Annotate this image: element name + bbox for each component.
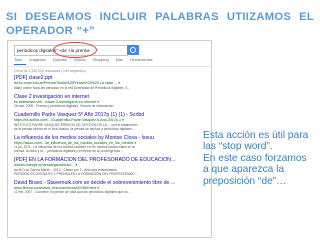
highlight-circle <box>53 42 97 58</box>
tab-all[interactable]: Todo <box>14 58 22 62</box>
explanation-line: las “stop word”. <box>203 141 273 153</box>
tab-news[interactable]: Noticias <box>53 58 67 62</box>
results-stats: Cerca de 1.130.000 resultados (0,50 segu… <box>14 69 86 73</box>
explanation-text: Esta acción es útil para las “stop word”… <box>203 130 315 187</box>
explanation-line: preposición “de”… <box>203 175 287 187</box>
divider <box>8 66 211 67</box>
result-snippet: 26 mar. 2009 - Prensa y periódicos digit… <box>14 104 117 108</box>
result-snippet: de la prensa escrita en el ciclo básico,… <box>14 126 136 131</box>
explanation-line: a que aparezca la <box>203 164 284 176</box>
active-tab-underline <box>14 64 26 65</box>
search-tabs: Todo Imágenes Noticias Vídeos Shopping M… <box>14 58 204 64</box>
tab-shopping[interactable]: Shopping <box>93 58 109 62</box>
search-button[interactable] <box>127 45 139 55</box>
results-list: [PDF] clase2.ppt tecno.cnnb.edu.ar/Prens… <box>14 75 206 198</box>
search-results-screenshot: periodicos digitales” +de +la prensa Tod… <box>7 40 212 238</box>
result-snippet: 11 feb. 2007 - Conviene no perder de vis… <box>14 190 132 194</box>
explanation-line: En este caso forzamos <box>203 152 307 164</box>
tab-videos[interactable]: Vídeos <box>74 58 86 62</box>
slide-title: SI DESEAMOS INCLUIR PALABRAS UTIIZAMOS E… <box>6 11 314 37</box>
result-snippet: diario online Nota del periódico en la r… <box>14 85 131 90</box>
tab-more[interactable]: Más <box>116 58 123 62</box>
search-result: Cuadernillo Padre Vasquez 5º Año 2017p (… <box>14 112 206 131</box>
explanation-line: Esta acción es útil para <box>203 130 309 141</box>
result-snippet: prensa, la radio y la ... periódicos dig… <box>14 149 124 153</box>
search-result: David Bravo - Stavemuik.com se decide el… <box>14 180 206 195</box>
search-result: La influencia de los medios sociales by … <box>14 135 206 154</box>
tab-tools[interactable]: Herramientas <box>130 58 153 62</box>
result-snippet: PERIÓDICOS DIGITALES Y PRENSA EN LA FORM… <box>14 171 139 176</box>
search-result: Clase 2 investigación en internet es.sli… <box>14 94 206 109</box>
search-result: [PDF] EN LA FORMACIÓN DEL PROFESORADO DE… <box>14 157 206 176</box>
tab-images[interactable]: Imágenes <box>29 58 46 62</box>
search-result: [PDF] clase2.ppt tecno.cnnb.edu.ar/Prens… <box>14 75 206 90</box>
